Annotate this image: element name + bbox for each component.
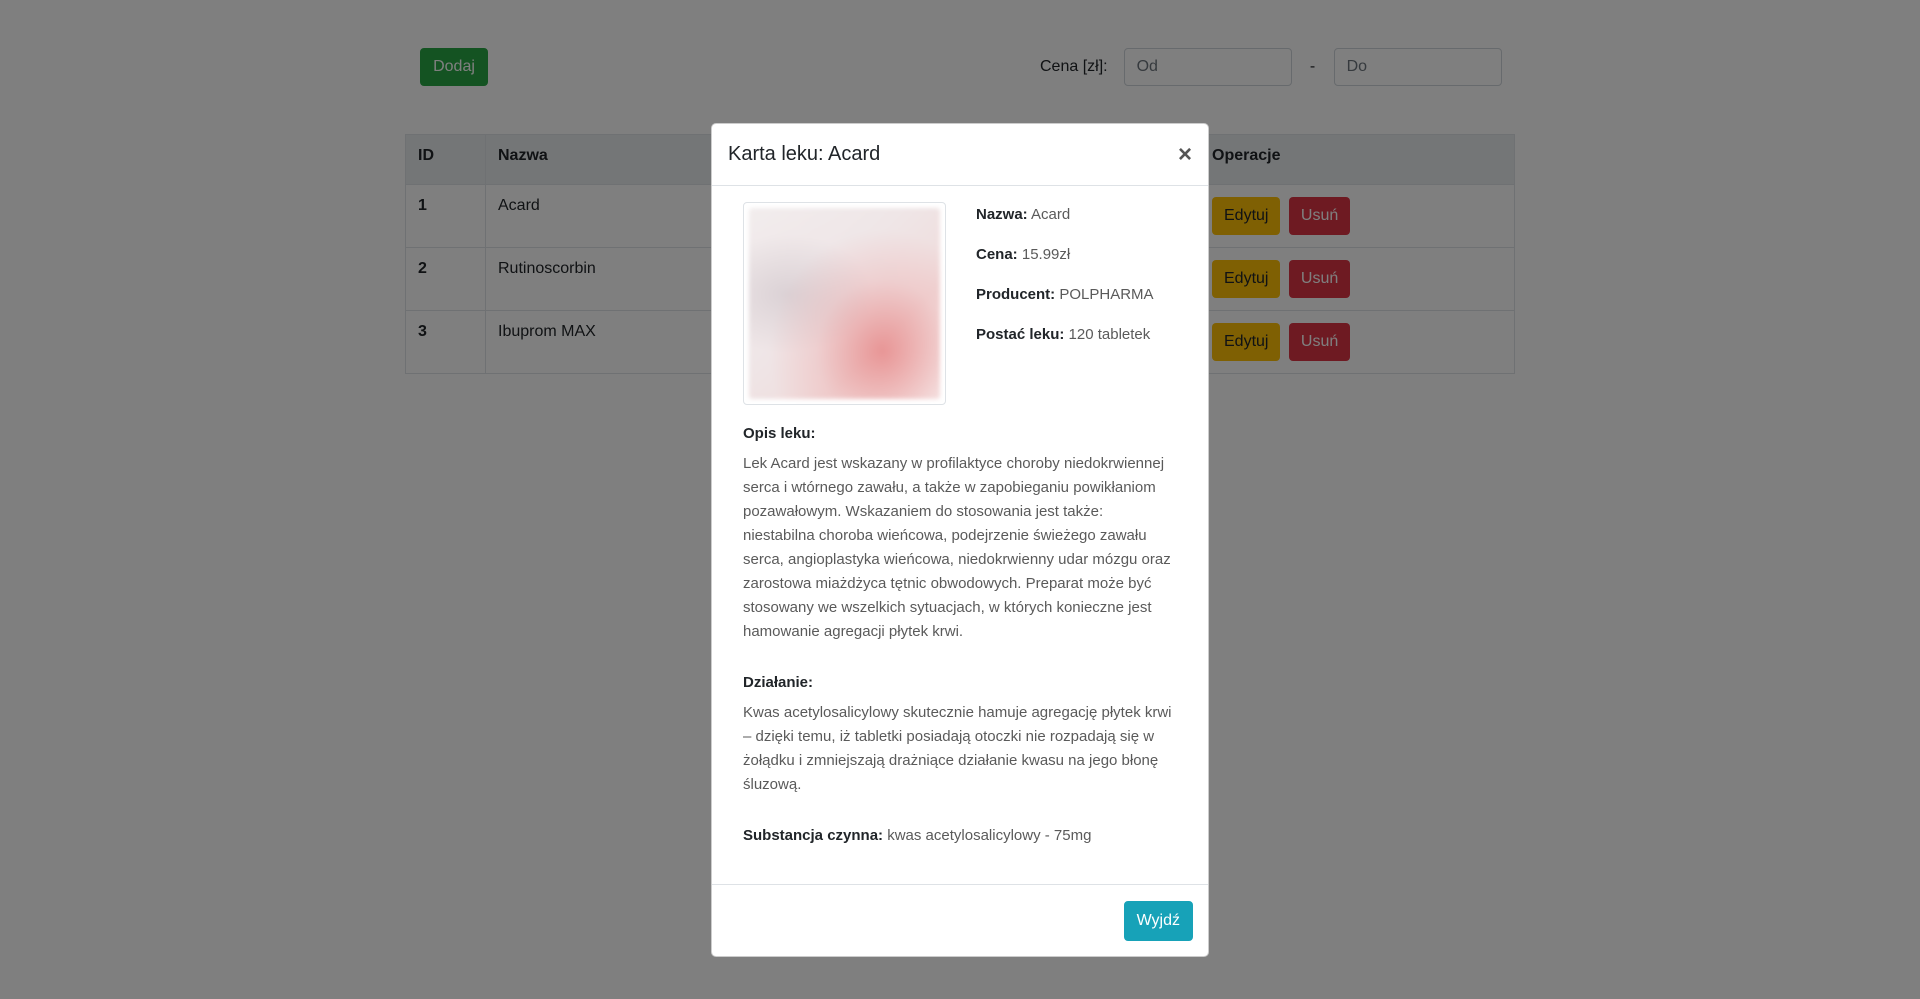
substance-row: Substancja czynna: kwas acetylosalicylow… xyxy=(743,827,1177,844)
action-text: Kwas acetylosalicylowy skutecznie hamuje… xyxy=(743,704,1172,793)
info-producer: Producent: POLPHARMA xyxy=(976,286,1154,304)
info-price: Cena: 15.99zł xyxy=(976,246,1154,264)
info-form-value: 120 tabletek xyxy=(1068,326,1151,343)
modal-footer: Wyjdź xyxy=(712,884,1208,956)
substance-value: kwas acetylosalicylowy - 75mg xyxy=(887,827,1092,844)
medicine-card-modal: Karta leku: Acard × Nazwa: Acard Cena: 1… xyxy=(711,123,1209,957)
modal-body: Nazwa: Acard Cena: 15.99zł Producent: PO… xyxy=(712,186,1208,844)
info-producer-label: Producent: xyxy=(976,286,1056,303)
info-price-value: 15.99zł xyxy=(1021,246,1071,263)
substance-label: Substancja czynna: xyxy=(743,827,884,844)
action-title: Działanie: xyxy=(743,674,814,691)
info-form-label: Postać leku: xyxy=(976,326,1065,343)
description-text: Lek Acard jest wskazany w profilaktyce c… xyxy=(743,455,1171,640)
info-name: Nazwa: Acard xyxy=(976,206,1154,224)
medicine-image xyxy=(743,202,946,405)
info-name-value: Acard xyxy=(1031,206,1071,223)
close-icon[interactable]: × xyxy=(1178,142,1192,167)
modal-header: Karta leku: Acard × xyxy=(712,124,1208,186)
medicine-image-blurred xyxy=(749,208,940,399)
info-producer-value: POLPHARMA xyxy=(1059,286,1154,303)
modal-title: Karta leku: Acard xyxy=(728,143,881,165)
info-list: Nazwa: Acard Cena: 15.99zł Producent: PO… xyxy=(976,202,1154,405)
info-name-label: Nazwa: xyxy=(976,206,1028,223)
info-row: Nazwa: Acard Cena: 15.99zł Producent: PO… xyxy=(743,202,1177,405)
description-title: Opis leku: xyxy=(743,425,816,442)
exit-button[interactable]: Wyjdź xyxy=(1123,900,1193,941)
info-form: Postać leku: 120 tabletek xyxy=(976,326,1154,344)
info-price-label: Cena: xyxy=(976,246,1018,263)
